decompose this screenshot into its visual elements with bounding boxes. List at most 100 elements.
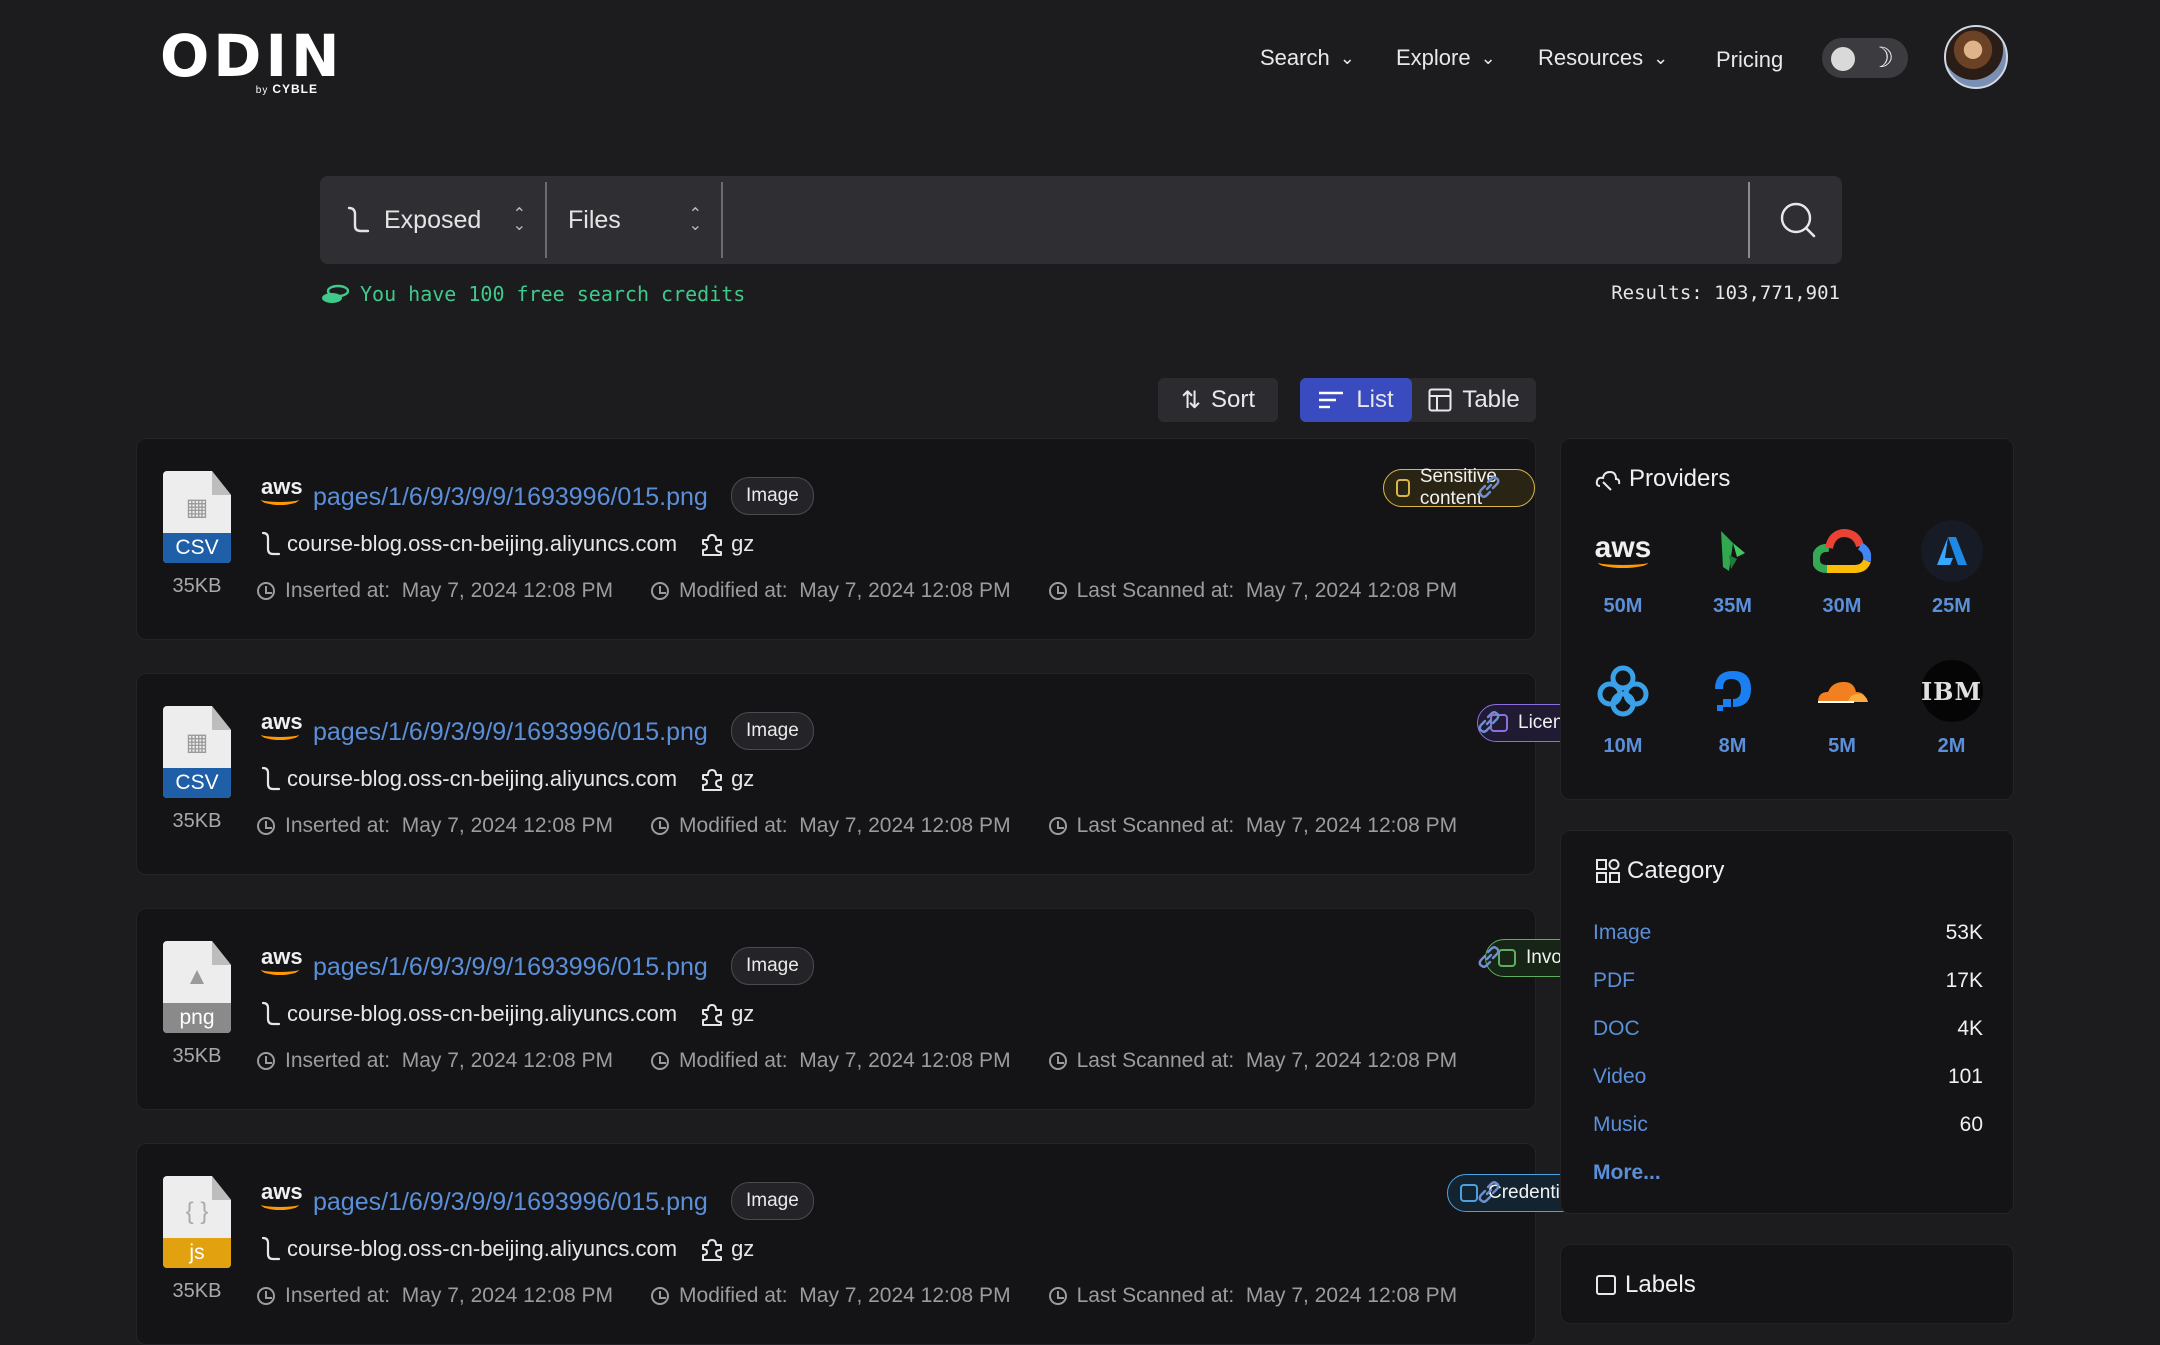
- provider-azure[interactable]: 25M: [1907, 520, 1997, 618]
- sort-icon: ⇅: [1180, 386, 1202, 414]
- puzzle-icon: [702, 1239, 723, 1261]
- aws-logo-icon: aws: [261, 711, 303, 740]
- type-select[interactable]: Files ⌃ ⌄: [568, 176, 702, 264]
- file-path-link[interactable]: pages/1/6/9/3/9/9/1693996/015.png: [313, 718, 708, 747]
- providers-panel: Providers aws 50M 35M 30M 25M 10M 8M 5M IBM 2M: [1560, 438, 2014, 800]
- list-view-button[interactable]: List: [1300, 378, 1412, 422]
- clock-icon: [257, 582, 275, 600]
- nav-pricing-label: Pricing: [1716, 47, 1784, 72]
- cloudflare-icon: [1797, 661, 1887, 721]
- result-card[interactable]: { } js 35KB aws pages/1/6/9/3/9/9/169399…: [136, 1143, 1598, 1345]
- cloud-stack-icon: [1595, 470, 1621, 491]
- sort-label: Sort: [1211, 386, 1256, 413]
- search-bar: Exposed ⌃ ⌄ Files ⌃ ⌄: [320, 176, 1842, 264]
- timestamps: Inserted at: May 7, 2024 12:08 PM Modifi…: [257, 1049, 1495, 1073]
- search-input[interactable]: [724, 176, 2066, 264]
- nav-explore[interactable]: Explore ⌄: [1396, 40, 1496, 76]
- clock-icon: [1048, 817, 1067, 835]
- provider-digitalocean[interactable]: 8M: [1688, 661, 1778, 758]
- type-value: Files: [568, 205, 621, 234]
- file-type-icon: ▦ CSV: [163, 706, 231, 798]
- exposed-icon: [261, 1236, 281, 1261]
- link-icon[interactable]: [1475, 943, 1503, 978]
- chain-link-icon: [1478, 946, 1500, 968]
- spreadsheet-glyph-icon: ▦: [185, 729, 209, 756]
- content-tag: Sensitive content: [1383, 466, 1535, 509]
- last-scanned-at: Last Scanned at: May 7, 2024 12:08 PM: [1048, 1049, 1457, 1073]
- host-name[interactable]: course-blog.oss-cn-beijing.aliyuncs.com: [287, 766, 677, 792]
- host-name[interactable]: course-blog.oss-cn-beijing.aliyuncs.com: [287, 1001, 677, 1027]
- link-icon[interactable]: [1475, 708, 1503, 743]
- provider-openstack[interactable]: 10M: [1578, 661, 1668, 758]
- nav-search[interactable]: Search ⌄: [1260, 40, 1355, 76]
- provider-IBM[interactable]: IBM 2M: [1907, 660, 1997, 758]
- file-type-label: png: [163, 1003, 231, 1033]
- file-path-link[interactable]: pages/1/6/9/3/9/9/1693996/015.png: [313, 953, 708, 982]
- provider-count: 25M: [1932, 595, 1971, 617]
- host-line: course-blog.oss-cn-beijing.aliyuncs.com …: [261, 766, 754, 792]
- category-count: 60: [1959, 1113, 1983, 1136]
- view-toggle: List Table: [1300, 378, 1536, 422]
- spreadsheet-glyph-icon: ▦: [185, 494, 209, 521]
- moon-icon: ☽: [1868, 42, 1894, 73]
- scope-select[interactable]: Exposed ⌃ ⌄: [346, 176, 526, 264]
- toggle-knob: [1831, 47, 1855, 71]
- nav-pricing[interactable]: Pricing: [1716, 42, 1783, 78]
- nav-explore-label: Explore: [1396, 45, 1471, 70]
- file-type-icon: ▲ png: [163, 941, 231, 1033]
- category-item-image[interactable]: Image 53K: [1593, 921, 1983, 945]
- category-item-pdf[interactable]: PDF 17K: [1593, 969, 1983, 993]
- sort-button[interactable]: ⇅ Sort: [1158, 378, 1278, 422]
- file-type-icon: ▦ CSV: [163, 471, 231, 563]
- tag-icon: [1396, 479, 1410, 497]
- category-name: Image: [1593, 921, 1652, 944]
- nav-resources[interactable]: Resources ⌄: [1538, 40, 1668, 76]
- provider-count: 50M: [1603, 595, 1643, 617]
- file-path-link[interactable]: pages/1/6/9/3/9/9/1693996/015.png: [313, 1188, 708, 1217]
- category-count: 101: [1947, 1065, 1983, 1088]
- search-button[interactable]: [1766, 176, 1830, 264]
- avatar[interactable]: [1944, 25, 2008, 89]
- scope-value: Exposed: [384, 205, 482, 234]
- category-item-video[interactable]: Video 101: [1593, 1065, 1983, 1089]
- file-path-link[interactable]: pages/1/6/9/3/9/9/1693996/015.png: [313, 483, 708, 512]
- labels-panel: Labels: [1560, 1244, 2014, 1324]
- category-icon: [1596, 859, 1620, 883]
- google-cloud-icon: [1797, 521, 1887, 581]
- last-scanned-at: Last Scanned at: May 7, 2024 12:08 PM: [1048, 814, 1457, 838]
- category-count: 53K: [1945, 921, 1983, 944]
- host-name[interactable]: course-blog.oss-cn-beijing.aliyuncs.com: [287, 531, 677, 557]
- provider-cloudflare[interactable]: 5M: [1797, 661, 1887, 758]
- provider-bunny[interactable]: 35M: [1688, 521, 1778, 618]
- odin-logo[interactable]: ODIN by CYBLE: [160, 27, 340, 100]
- clock-icon: [651, 1052, 670, 1070]
- provider-google-cloud[interactable]: 30M: [1797, 521, 1887, 618]
- puzzle-icon: [702, 1004, 723, 1026]
- providers-title: Providers: [1595, 465, 1730, 493]
- chevron-down-icon: ⌄: [1653, 47, 1669, 68]
- host-name[interactable]: course-blog.oss-cn-beijing.aliyuncs.com: [287, 1236, 677, 1262]
- aws-logo-icon: aws: [1578, 521, 1668, 581]
- azure-icon: [1907, 520, 1997, 582]
- image-glyph-icon: ▲: [185, 963, 209, 990]
- category-item-music[interactable]: Music 60: [1593, 1113, 1983, 1137]
- file-size: 35KB: [172, 1280, 222, 1302]
- chain-link-icon: [1478, 476, 1500, 498]
- provider-aws[interactable]: aws 50M: [1578, 521, 1668, 618]
- file-type-label: CSV: [163, 768, 231, 798]
- table-view-button[interactable]: Table: [1412, 378, 1536, 422]
- last-scanned-at: Last Scanned at: May 7, 2024 12:08 PM: [1048, 579, 1457, 603]
- link-icon[interactable]: [1475, 473, 1503, 508]
- table-icon: [1428, 388, 1452, 412]
- category-item-doc[interactable]: DOC 4K: [1593, 1017, 1983, 1041]
- result-card[interactable]: ▦ CSV 35KB aws pages/1/6/9/3/9/9/1693996…: [136, 438, 1536, 640]
- last-scanned-at: Last Scanned at: May 7, 2024 12:08 PM: [1048, 1284, 1457, 1308]
- result-card[interactable]: ▲ png 35KB aws pages/1/6/9/3/9/9/1693996…: [136, 908, 1600, 1110]
- theme-toggle[interactable]: ☽: [1822, 38, 1908, 78]
- link-icon[interactable]: [1475, 1178, 1503, 1213]
- aws-logo-icon: aws: [261, 1181, 303, 1210]
- updown-chevron-icon: ⌃ ⌄: [688, 206, 702, 234]
- exposed-icon: [261, 1001, 281, 1026]
- result-card[interactable]: ▦ CSV 35KB aws pages/1/6/9/3/9/9/1693996…: [136, 673, 1597, 875]
- category-more-link[interactable]: More...: [1593, 1161, 1983, 1185]
